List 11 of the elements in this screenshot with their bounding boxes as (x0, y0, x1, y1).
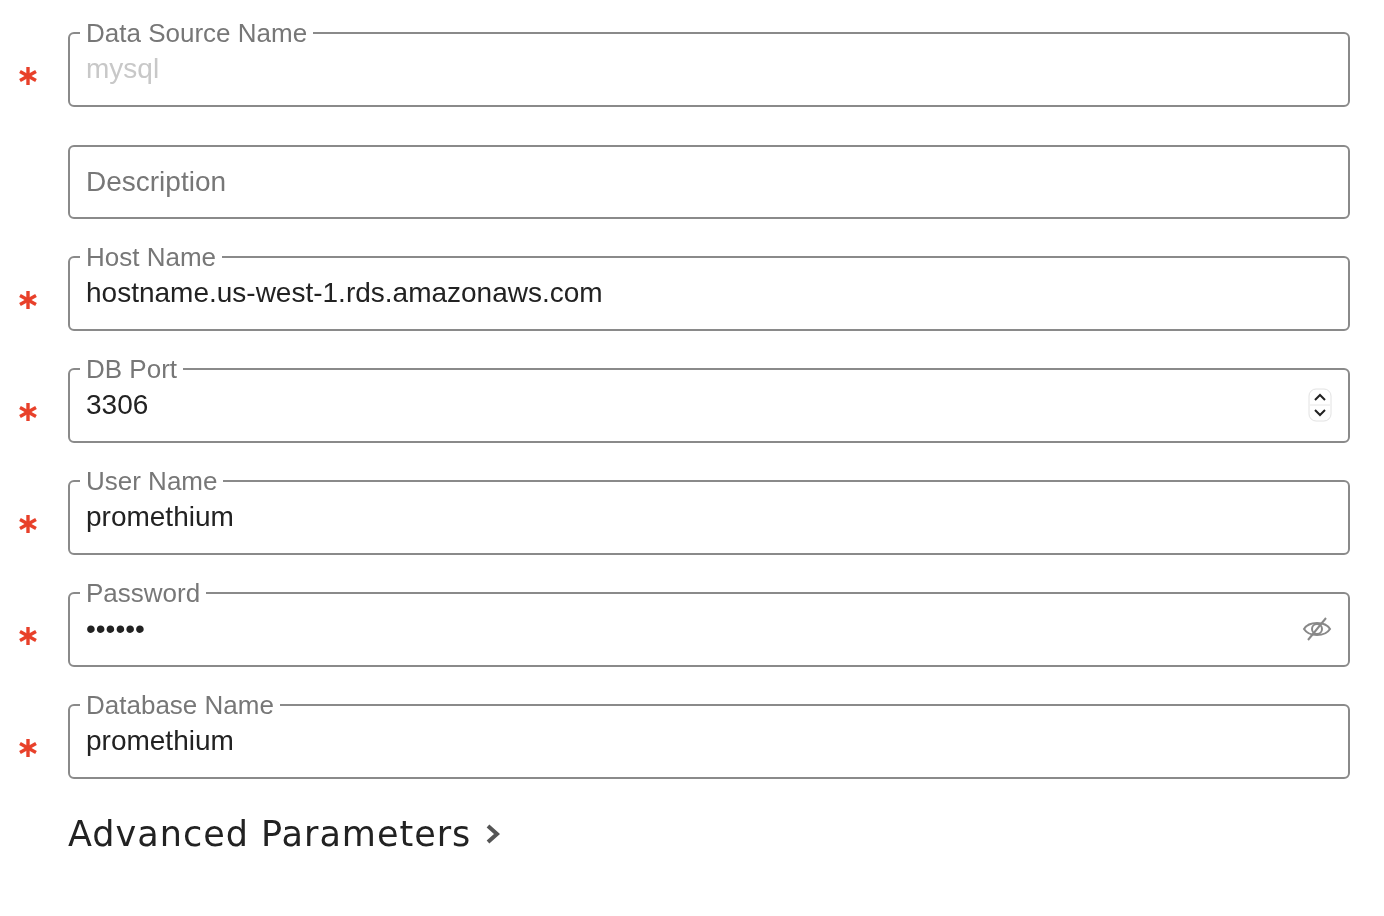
field-value[interactable]: Description (86, 166, 1332, 198)
field-value[interactable]: promethium (86, 725, 1332, 757)
field-value[interactable]: hostname.us-west-1.rds.amazonaws.com (86, 277, 1332, 309)
stepper-control[interactable] (1308, 388, 1332, 422)
advanced-parameters-toggle[interactable]: Advanced Parameters (68, 814, 502, 854)
eye-slash-icon[interactable] (1302, 616, 1332, 642)
field-value[interactable]: 3306 (86, 389, 1308, 421)
field-value[interactable]: promethium (86, 501, 1332, 533)
chevron-icon (485, 823, 502, 845)
field-value[interactable]: •••••• (86, 613, 1302, 645)
input-field[interactable]: Description (68, 145, 1350, 219)
